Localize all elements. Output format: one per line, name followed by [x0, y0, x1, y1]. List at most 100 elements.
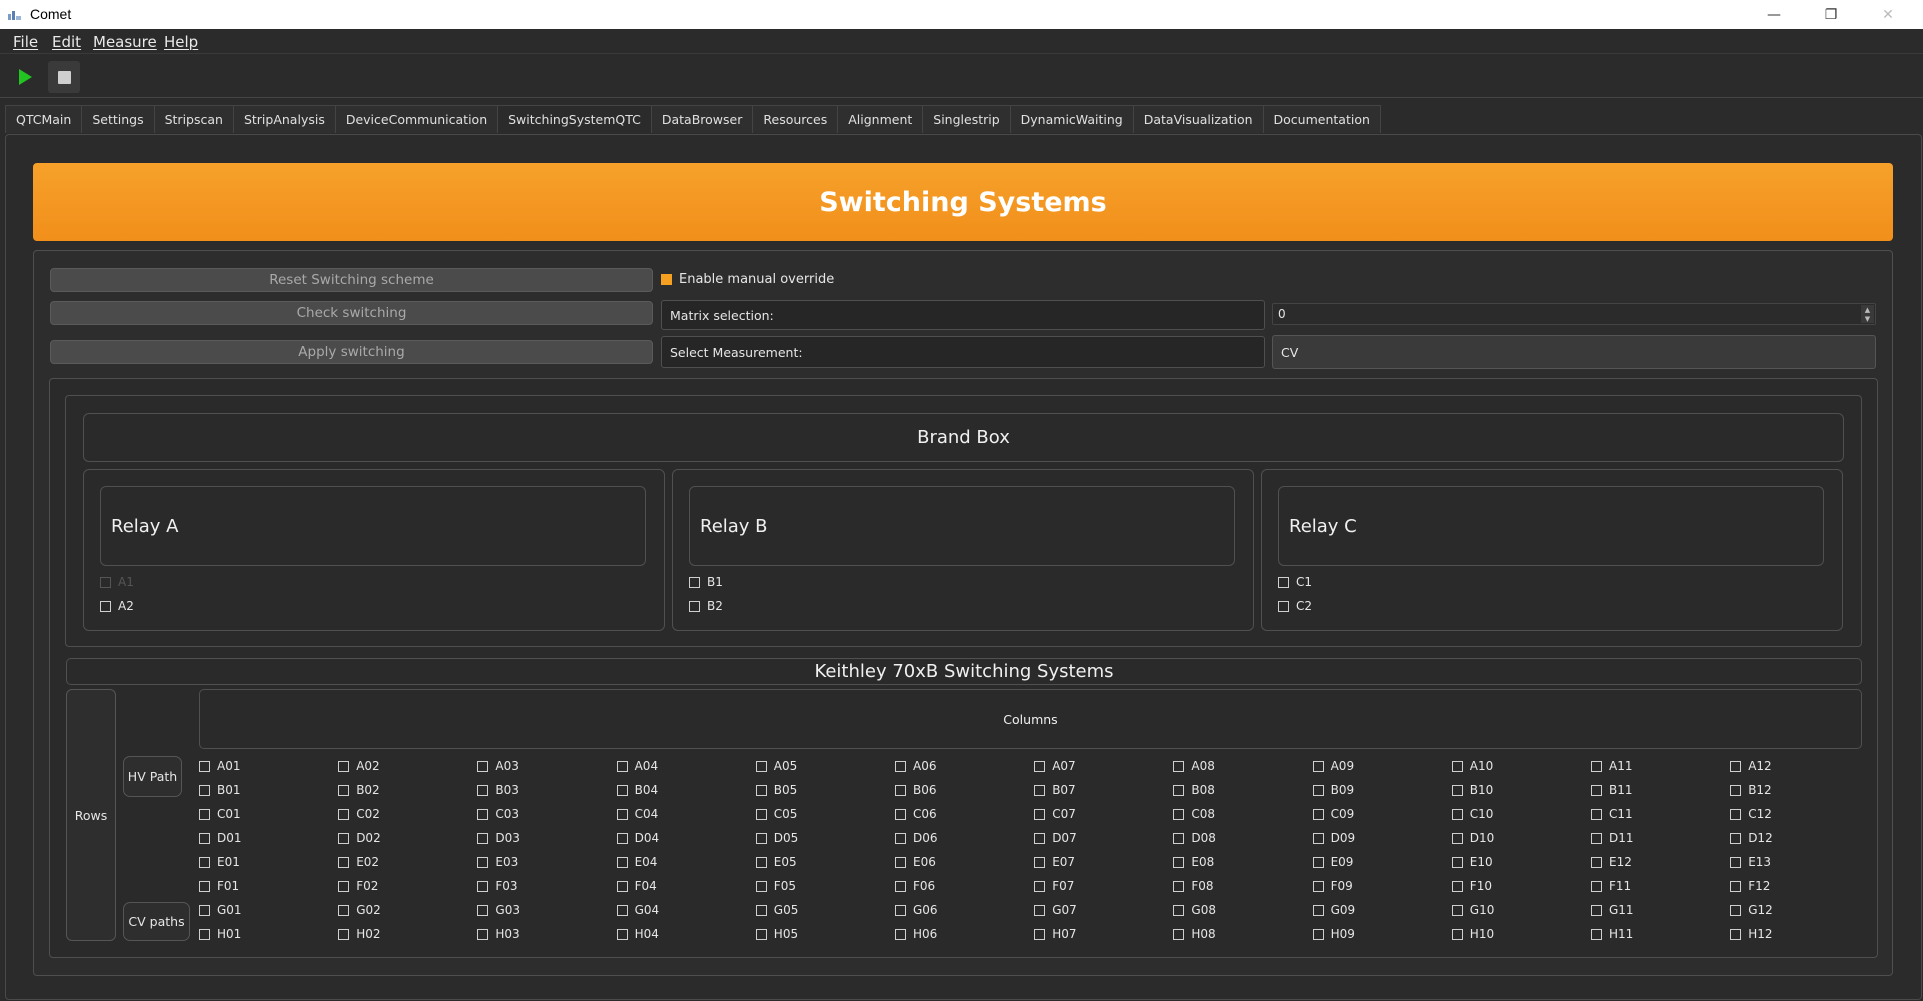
- matrix-channel-checkbox[interactable]: E10: [1451, 855, 1493, 869]
- matrix-channel-checkbox[interactable]: H03: [477, 927, 520, 941]
- matrix-channel-checkbox[interactable]: A01: [199, 759, 240, 773]
- matrix-channel-checkbox[interactable]: D04: [616, 831, 659, 845]
- manual-override-checkbox[interactable]: Enable manual override: [661, 272, 834, 287]
- matrix-channel-checkbox[interactable]: C05: [755, 807, 797, 821]
- tab-stripanalysis[interactable]: StripAnalysis: [232, 105, 336, 133]
- menu-help[interactable]: Help: [164, 33, 198, 51]
- matrix-channel-checkbox[interactable]: D12: [1730, 831, 1773, 845]
- matrix-channel-checkbox[interactable]: F04: [616, 879, 657, 893]
- tab-qtcmain[interactable]: QTCMain: [5, 105, 83, 133]
- matrix-channel-checkbox[interactable]: F06: [895, 879, 935, 893]
- matrix-selection-spinbox[interactable]: 0 ▲ ▼: [1272, 303, 1876, 325]
- menu-measure[interactable]: Measure: [93, 33, 157, 51]
- matrix-channel-checkbox[interactable]: A07: [1034, 759, 1076, 773]
- matrix-channel-checkbox[interactable]: A08: [1173, 759, 1215, 773]
- matrix-channel-checkbox[interactable]: D03: [477, 831, 520, 845]
- matrix-channel-checkbox[interactable]: F10: [1451, 879, 1492, 893]
- matrix-channel-checkbox[interactable]: A05: [755, 759, 797, 773]
- matrix-channel-checkbox[interactable]: E07: [1034, 855, 1075, 869]
- matrix-channel-checkbox[interactable]: F12: [1730, 879, 1770, 893]
- matrix-channel-checkbox[interactable]: B01: [199, 783, 241, 797]
- stop-button[interactable]: [48, 61, 80, 93]
- matrix-channel-checkbox[interactable]: C02: [338, 807, 380, 821]
- tab-dynamicwaiting[interactable]: DynamicWaiting: [1009, 105, 1134, 133]
- matrix-channel-checkbox[interactable]: B03: [477, 783, 519, 797]
- matrix-channel-checkbox[interactable]: A11: [1591, 759, 1632, 773]
- matrix-channel-checkbox[interactable]: C11: [1591, 807, 1633, 821]
- matrix-channel-checkbox[interactable]: B05: [755, 783, 797, 797]
- matrix-channel-checkbox[interactable]: E06: [895, 855, 936, 869]
- matrix-channel-checkbox[interactable]: H07: [1034, 927, 1076, 941]
- check-switching-button[interactable]: Check switching: [50, 301, 653, 325]
- matrix-channel-checkbox[interactable]: E13: [1730, 855, 1771, 869]
- matrix-channel-checkbox[interactable]: A09: [1312, 759, 1354, 773]
- matrix-channel-checkbox[interactable]: G10: [1451, 903, 1494, 917]
- tab-resources[interactable]: Resources: [752, 105, 839, 133]
- cv-paths-button[interactable]: CV paths: [123, 902, 190, 941]
- tab-settings[interactable]: Settings: [81, 105, 155, 133]
- matrix-channel-checkbox[interactable]: G09: [1312, 903, 1355, 917]
- matrix-channel-checkbox[interactable]: C12: [1730, 807, 1772, 821]
- matrix-channel-checkbox[interactable]: C01: [199, 807, 241, 821]
- minimize-button[interactable]: —: [1751, 0, 1797, 29]
- matrix-channel-checkbox[interactable]: H05: [755, 927, 798, 941]
- matrix-channel-checkbox[interactable]: E09: [1312, 855, 1353, 869]
- matrix-channel-checkbox[interactable]: G02: [338, 903, 381, 917]
- matrix-channel-checkbox[interactable]: G12: [1730, 903, 1773, 917]
- matrix-channel-checkbox[interactable]: G11: [1591, 903, 1634, 917]
- matrix-channel-checkbox[interactable]: F03: [477, 879, 518, 893]
- relay-channel-checkbox[interactable]: C2: [1278, 599, 1312, 613]
- menu-file[interactable]: File: [13, 33, 38, 51]
- matrix-channel-checkbox[interactable]: F11: [1591, 879, 1631, 893]
- matrix-channel-checkbox[interactable]: B10: [1451, 783, 1493, 797]
- matrix-channel-checkbox[interactable]: G03: [477, 903, 520, 917]
- matrix-channel-checkbox[interactable]: A02: [338, 759, 380, 773]
- rows-button[interactable]: Rows: [66, 689, 116, 941]
- matrix-channel-checkbox[interactable]: B12: [1730, 783, 1772, 797]
- relay-channel-checkbox[interactable]: B1: [689, 575, 723, 589]
- relay-channel-checkbox[interactable]: A2: [100, 599, 134, 613]
- matrix-channel-checkbox[interactable]: C03: [477, 807, 519, 821]
- tab-switchingsystemqtc[interactable]: SwitchingSystemQTC: [497, 105, 652, 133]
- tab-datavisualization[interactable]: DataVisualization: [1132, 105, 1264, 133]
- matrix-channel-checkbox[interactable]: C07: [1034, 807, 1076, 821]
- matrix-channel-checkbox[interactable]: F07: [1034, 879, 1074, 893]
- matrix-channel-checkbox[interactable]: G01: [199, 903, 242, 917]
- matrix-channel-checkbox[interactable]: B07: [1034, 783, 1076, 797]
- matrix-channel-checkbox[interactable]: F02: [338, 879, 378, 893]
- matrix-channel-checkbox[interactable]: E04: [616, 855, 657, 869]
- matrix-channel-checkbox[interactable]: C08: [1173, 807, 1215, 821]
- reset-switching-button[interactable]: Reset Switching scheme: [50, 268, 653, 292]
- matrix-channel-checkbox[interactable]: H10: [1451, 927, 1494, 941]
- matrix-channel-checkbox[interactable]: G07: [1034, 903, 1077, 917]
- matrix-channel-checkbox[interactable]: G05: [755, 903, 798, 917]
- tab-alignment[interactable]: Alignment: [837, 105, 924, 133]
- menu-edit[interactable]: Edit: [52, 33, 81, 51]
- matrix-channel-checkbox[interactable]: D02: [338, 831, 381, 845]
- matrix-channel-checkbox[interactable]: F08: [1173, 879, 1214, 893]
- matrix-channel-checkbox[interactable]: C04: [616, 807, 658, 821]
- matrix-channel-checkbox[interactable]: D05: [755, 831, 798, 845]
- start-button[interactable]: [9, 61, 41, 93]
- matrix-channel-checkbox[interactable]: A06: [895, 759, 936, 773]
- matrix-channel-checkbox[interactable]: H08: [1173, 927, 1216, 941]
- matrix-channel-checkbox[interactable]: D10: [1451, 831, 1494, 845]
- matrix-channel-checkbox[interactable]: E12: [1591, 855, 1632, 869]
- matrix-channel-checkbox[interactable]: A03: [477, 759, 519, 773]
- matrix-channel-checkbox[interactable]: D07: [1034, 831, 1077, 845]
- tab-documentation[interactable]: Documentation: [1262, 105, 1381, 133]
- matrix-channel-checkbox[interactable]: E03: [477, 855, 518, 869]
- matrix-channel-checkbox[interactable]: H11: [1591, 927, 1633, 941]
- matrix-channel-checkbox[interactable]: C09: [1312, 807, 1354, 821]
- matrix-channel-checkbox[interactable]: D06: [895, 831, 938, 845]
- spin-arrows-icon[interactable]: ▲ ▼: [1861, 305, 1874, 323]
- matrix-channel-checkbox[interactable]: H02: [338, 927, 380, 941]
- matrix-channel-checkbox[interactable]: A10: [1451, 759, 1493, 773]
- maximize-button[interactable]: ❐: [1808, 0, 1854, 29]
- matrix-channel-checkbox[interactable]: B08: [1173, 783, 1215, 797]
- matrix-channel-checkbox[interactable]: H01: [199, 927, 241, 941]
- matrix-channel-checkbox[interactable]: B02: [338, 783, 380, 797]
- matrix-channel-checkbox[interactable]: E02: [338, 855, 379, 869]
- tab-singlestrip[interactable]: Singlestrip: [922, 105, 1011, 133]
- matrix-channel-checkbox[interactable]: E08: [1173, 855, 1214, 869]
